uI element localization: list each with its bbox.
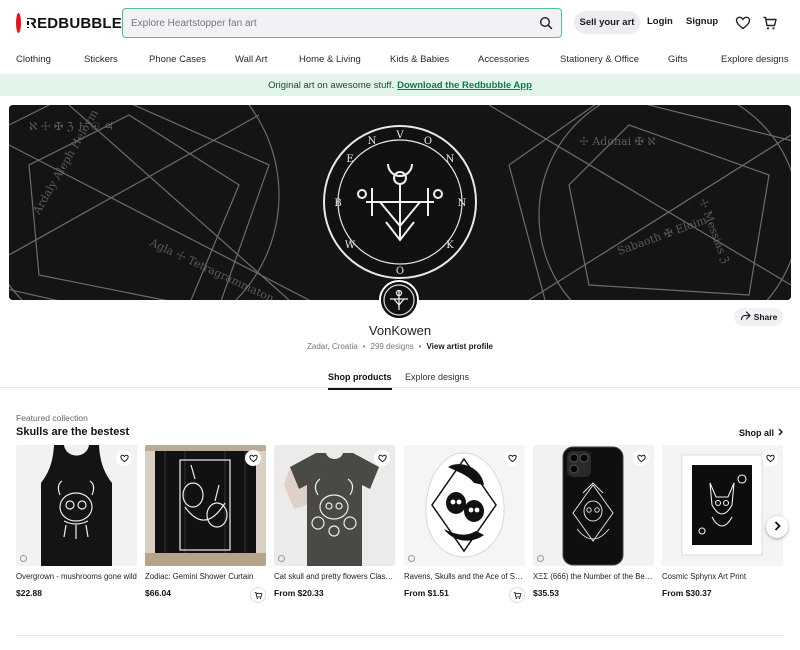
artist-name: VonKowen bbox=[368, 323, 432, 338]
product-name[interactable]: Cosmic Sphynx Art Print bbox=[662, 572, 783, 581]
add-to-cart-icon[interactable] bbox=[509, 587, 525, 603]
info-icon[interactable] bbox=[278, 555, 285, 562]
meta-separator: • bbox=[362, 342, 366, 351]
shop-all-label: Shop all bbox=[739, 428, 775, 438]
nav-item-wall-art[interactable]: Wall Art bbox=[235, 54, 267, 65]
chevron-right-icon bbox=[777, 428, 784, 438]
artist-avatar[interactable] bbox=[379, 280, 419, 320]
favorite-heart-icon[interactable] bbox=[245, 450, 261, 466]
carousel-next-button[interactable] bbox=[766, 516, 788, 538]
svg-text:☩ Adonai ✠ ℵ: ☩ Adonai ✠ ℵ bbox=[579, 135, 656, 148]
product-price: $35.53 bbox=[533, 588, 559, 598]
artist-location: Zadar, Croatia bbox=[306, 342, 358, 351]
nav-item-gifts[interactable]: Gifts bbox=[668, 54, 688, 65]
product-card[interactable]: Zodiac: Gemini Shower Curtain $66.04 bbox=[145, 445, 266, 605]
profile-tabs: Shop products Explore designs bbox=[0, 368, 800, 390]
nav-item-kids-babies[interactable]: Kids & Babies bbox=[390, 54, 449, 65]
svg-text:N: N bbox=[368, 136, 377, 147]
product-name[interactable]: ΧΞΣ (666) the Number of the Beast bbox=[533, 572, 654, 581]
logo-text: REDBUBBLE bbox=[26, 14, 122, 32]
featured-collection-label: Featured collection bbox=[16, 413, 88, 423]
occult-sigil-cover-art: ℵ ☩ ✠ ℨ ♄ ☉ ♃ Ardaly Aleph Heloym Agla ☩… bbox=[9, 105, 791, 300]
promo-text: Original art on awesome stuff. bbox=[268, 79, 395, 91]
nav-item-stickers[interactable]: Stickers bbox=[84, 54, 118, 65]
nav-item-stationery-office[interactable]: Stationery & Office bbox=[560, 54, 639, 65]
promo-banner: Original art on awesome stuff. Download … bbox=[0, 74, 800, 96]
product-card[interactable]: Overgrown - mushrooms gone wild $22.88 bbox=[16, 445, 137, 605]
svg-text:O: O bbox=[396, 266, 404, 277]
product-card[interactable]: Ravens, Skulls and the Ace of Spades Fro… bbox=[404, 445, 525, 605]
category-nav: Clothing Stickers Phone Cases Wall Art H… bbox=[0, 50, 800, 70]
svg-text:V: V bbox=[395, 130, 404, 141]
product-name[interactable]: Overgrown - mushrooms gone wild bbox=[16, 572, 137, 581]
artist-meta: Zadar, Croatia • 299 designs • View arti… bbox=[0, 342, 800, 351]
product-card[interactable]: Cosmic Sphynx Art Print From $30.37 bbox=[662, 445, 783, 605]
svg-text:K: K bbox=[446, 240, 454, 251]
favorite-heart-icon[interactable] bbox=[762, 450, 778, 466]
favorite-heart-icon[interactable] bbox=[633, 450, 649, 466]
svg-text:E: E bbox=[346, 154, 353, 165]
product-name[interactable]: Cat skull and pretty flowers Classic T-S… bbox=[274, 572, 395, 581]
view-artist-profile-link[interactable]: View artist profile bbox=[426, 342, 493, 351]
info-icon[interactable] bbox=[20, 555, 27, 562]
shop-all-link[interactable]: Shop all bbox=[739, 428, 784, 438]
info-icon[interactable] bbox=[537, 555, 544, 562]
svg-text:W: W bbox=[345, 240, 356, 251]
site-header: REDBUBBLE Sell your art Login Signup bbox=[0, 0, 800, 46]
nav-item-phone-cases[interactable]: Phone Cases bbox=[149, 54, 206, 65]
svg-text:B: B bbox=[334, 198, 341, 209]
download-app-link[interactable]: Download the Redbubble App bbox=[397, 80, 532, 91]
favorite-heart-icon[interactable] bbox=[504, 450, 520, 466]
nav-item-explore-designs[interactable]: Explore designs bbox=[721, 54, 789, 65]
artist-design-count: 299 designs bbox=[370, 342, 414, 351]
search-icon[interactable] bbox=[539, 16, 553, 30]
nav-item-clothing[interactable]: Clothing bbox=[16, 54, 51, 65]
nav-item-accessories[interactable]: Accessories bbox=[478, 54, 529, 65]
tab-explore-designs[interactable]: Explore designs bbox=[405, 372, 469, 382]
share-icon bbox=[740, 311, 751, 323]
product-price: From $20.33 bbox=[274, 588, 324, 598]
login-link[interactable]: Login bbox=[647, 16, 673, 27]
collection-title: Skulls are the bestest bbox=[16, 426, 130, 438]
search-input[interactable] bbox=[131, 17, 539, 29]
redbubble-logo-icon bbox=[16, 13, 32, 33]
product-price: $66.04 bbox=[145, 588, 171, 598]
cover-image: ℵ ☩ ✠ ℨ ♄ ☉ ♃ Ardaly Aleph Heloym Agla ☩… bbox=[9, 105, 791, 300]
favorite-heart-icon[interactable] bbox=[116, 450, 132, 466]
section-divider bbox=[16, 635, 784, 636]
nav-item-home-living[interactable]: Home & Living bbox=[299, 54, 361, 65]
favorite-heart-icon[interactable] bbox=[374, 450, 390, 466]
chevron-right-icon bbox=[773, 518, 782, 536]
product-card[interactable]: Cat skull and pretty flowers Classic T-S… bbox=[274, 445, 395, 605]
product-price: From $30.37 bbox=[662, 588, 712, 598]
meta-separator: • bbox=[418, 342, 422, 351]
share-label: Share bbox=[753, 312, 778, 322]
heart-icon[interactable] bbox=[735, 15, 751, 31]
product-price: From $1.51 bbox=[404, 588, 449, 598]
product-price: $22.88 bbox=[16, 588, 42, 598]
svg-text:O: O bbox=[424, 136, 432, 147]
redbubble-logo[interactable]: REDBUBBLE bbox=[16, 13, 122, 33]
cart-icon[interactable] bbox=[762, 15, 778, 31]
svg-text:N: N bbox=[458, 198, 467, 209]
signup-link[interactable]: Signup bbox=[686, 16, 718, 27]
product-card[interactable]: ΧΞΣ (666) the Number of the Beast $35.53 bbox=[533, 445, 654, 605]
svg-text:ℵ ☩ ✠ ℨ ♄ ☉ ♃: ℵ ☩ ✠ ℨ ♄ ☉ ♃ bbox=[29, 120, 114, 133]
svg-text:N: N bbox=[446, 154, 455, 165]
product-name[interactable]: Zodiac: Gemini Shower Curtain bbox=[145, 572, 266, 581]
sell-your-art-button[interactable]: Sell your art bbox=[574, 11, 640, 34]
add-to-cart-icon[interactable] bbox=[250, 587, 266, 603]
product-name[interactable]: Ravens, Skulls and the Ace of Spades bbox=[404, 572, 525, 581]
info-icon[interactable] bbox=[408, 555, 415, 562]
search-bar[interactable] bbox=[122, 8, 562, 38]
tab-shop-products[interactable]: Shop products bbox=[328, 372, 392, 390]
